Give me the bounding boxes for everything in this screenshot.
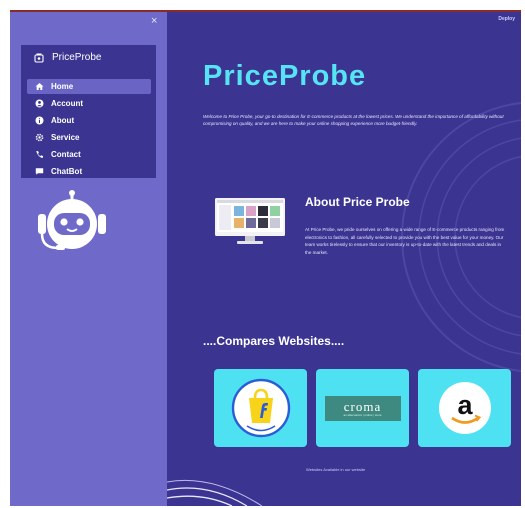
computer-monitor-image bbox=[215, 198, 285, 244]
main-content: Deploy PriceProbe Welcome to Price Probe… bbox=[167, 12, 521, 506]
flipkart-logo-icon bbox=[231, 378, 290, 438]
sidebar-item-label: Home bbox=[51, 82, 74, 91]
sidebar-item-label: About bbox=[51, 116, 75, 125]
sidebar-item-label: Contact bbox=[51, 150, 81, 159]
svg-text:a: a bbox=[457, 390, 473, 420]
welcome-text: Welcome to Price Probe, your go-to desti… bbox=[203, 114, 504, 126]
phone-icon bbox=[35, 150, 44, 159]
sidebar-item-label: Service bbox=[51, 133, 80, 142]
amazon-logo-icon: a bbox=[438, 382, 491, 434]
amazon-card[interactable]: a bbox=[418, 369, 511, 447]
websites-footer-text: Websites Available in our website bbox=[306, 467, 366, 472]
compares-heading: ....Compares Websites.... bbox=[203, 334, 345, 348]
app-frame: × PriceProbe Home Account About Service … bbox=[10, 10, 521, 506]
sidebar-item-chatbot[interactable]: ChatBot bbox=[27, 164, 151, 179]
home-icon bbox=[35, 82, 44, 91]
page-title: PriceProbe bbox=[203, 60, 367, 92]
sidebar-item-label: Account bbox=[51, 99, 83, 108]
info-icon bbox=[35, 116, 44, 125]
chat-icon bbox=[35, 167, 44, 176]
gear-icon bbox=[35, 133, 44, 142]
chatbot-robot-icon bbox=[38, 190, 106, 250]
account-icon bbox=[35, 99, 44, 108]
sidebar-brand: PriceProbe bbox=[34, 52, 101, 63]
sidebar-item-account[interactable]: Account bbox=[27, 96, 151, 111]
flipkart-card[interactable] bbox=[214, 369, 307, 447]
close-sidebar-button[interactable]: × bbox=[151, 15, 157, 27]
sidebar-item-home[interactable]: Home bbox=[27, 79, 151, 94]
sidebar: × PriceProbe Home Account About Service … bbox=[10, 12, 167, 506]
croma-logo-icon: croma an altersanics | online | store bbox=[324, 395, 401, 421]
sidebar-nav: PriceProbe Home Account About Service Co… bbox=[21, 45, 156, 178]
croma-wordmark: croma bbox=[343, 398, 382, 414]
about-text: At Price Probe, we pride ourselves on of… bbox=[305, 227, 505, 255]
croma-card[interactable]: croma an altersanics | online | store bbox=[316, 369, 409, 447]
sidebar-item-service[interactable]: Service bbox=[27, 130, 151, 145]
sidebar-item-label: ChatBot bbox=[51, 167, 83, 176]
about-title: About Price Probe bbox=[305, 195, 410, 209]
price-tag-icon bbox=[34, 53, 44, 63]
deploy-button[interactable]: Deploy bbox=[498, 16, 515, 22]
sidebar-brand-label: PriceProbe bbox=[52, 52, 102, 63]
sidebar-item-about[interactable]: About bbox=[27, 113, 151, 128]
croma-tagline: an altersanics | online | store bbox=[343, 412, 382, 417]
sidebar-item-contact[interactable]: Contact bbox=[27, 147, 151, 162]
